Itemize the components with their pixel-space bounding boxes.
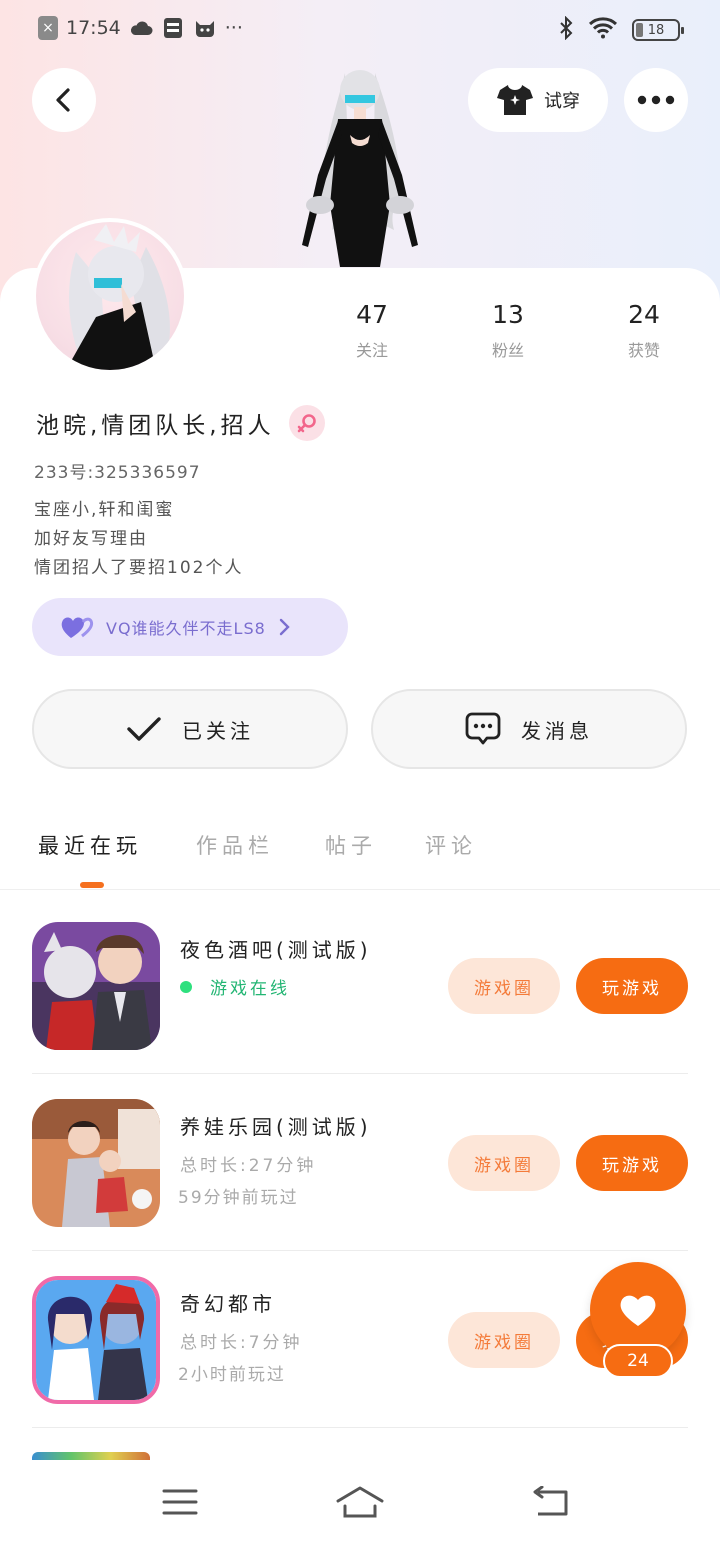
chevron-right-icon bbox=[279, 618, 290, 636]
female-gender-icon bbox=[288, 405, 325, 441]
stat-fans-label: 粉丝 bbox=[491, 341, 524, 360]
online-dot-icon bbox=[180, 980, 192, 993]
stat-likes-count: 24 bbox=[628, 300, 660, 329]
user-bio: 宝座小,轩和闺蜜 加好友写理由 情团招人了要招102个人 bbox=[34, 496, 243, 583]
game-title: 养娃乐园(测试版) bbox=[180, 1115, 372, 1139]
more-status-icon: ··· bbox=[224, 17, 243, 39]
cloud-icon bbox=[129, 17, 153, 39]
bio-line: 情团招人了要招102个人 bbox=[34, 558, 244, 578]
back-nav-icon[interactable] bbox=[526, 1482, 574, 1522]
more-options-button[interactable] bbox=[624, 68, 688, 132]
game-title: 奇幻都市 bbox=[180, 1292, 276, 1316]
send-message-button[interactable]: 发消息 bbox=[371, 689, 687, 769]
tab-recently-played[interactable]: 最近在玩 bbox=[38, 830, 142, 860]
game-online-status: 游戏在线 bbox=[180, 974, 290, 999]
try-on-button[interactable]: 试穿 bbox=[468, 68, 608, 132]
game-icon-baby-park[interactable] bbox=[32, 1099, 160, 1227]
chevron-left-icon bbox=[56, 88, 70, 112]
play-game-button[interactable]: 玩游戏 bbox=[576, 958, 688, 1014]
home-icon[interactable] bbox=[334, 1482, 386, 1522]
stat-following[interactable]: 47 关注 bbox=[317, 300, 427, 361]
stat-following-count: 47 bbox=[356, 300, 388, 329]
game-circle-button[interactable]: 游戏圈 bbox=[448, 1135, 560, 1191]
stat-likes[interactable]: 24 获赞 bbox=[589, 300, 699, 361]
cat-app-icon bbox=[193, 17, 217, 39]
back-button[interactable] bbox=[32, 68, 96, 132]
close-notification-icon: × bbox=[38, 16, 58, 40]
vq-badge[interactable]: VQ谁能久伴不走LS8 bbox=[32, 598, 348, 656]
game-circle-button[interactable]: 游戏圈 bbox=[448, 1312, 560, 1368]
game-title: 夜色酒吧(测试版) bbox=[180, 938, 372, 962]
chat-bubble-icon bbox=[465, 712, 501, 745]
tab-comments[interactable]: 评论 bbox=[425, 830, 477, 860]
tab-works[interactable]: 作品栏 bbox=[196, 830, 274, 860]
system-nav-bar bbox=[0, 1460, 720, 1544]
followed-label: 已关注 bbox=[182, 718, 254, 743]
user-id: 233号:325336597 bbox=[34, 463, 201, 483]
checkmark-icon bbox=[127, 717, 161, 741]
name-row: 池晥,情团队长,招人 bbox=[36, 405, 325, 441]
divider bbox=[32, 1250, 688, 1251]
character-figure bbox=[290, 55, 430, 267]
game-icon-night-bar[interactable] bbox=[32, 922, 160, 1050]
game-duration: 总时长:27分钟 bbox=[180, 1156, 317, 1176]
status-time: 17:54 bbox=[66, 17, 121, 39]
tshirt-icon bbox=[497, 85, 533, 115]
wifi-icon bbox=[588, 17, 618, 43]
battery-level: 18 bbox=[647, 22, 665, 38]
battery-icon: 18 bbox=[632, 19, 684, 41]
like-count: 24 bbox=[603, 1344, 673, 1378]
more-icon bbox=[637, 95, 675, 105]
sim-card-icon bbox=[161, 17, 185, 39]
send-message-label: 发消息 bbox=[521, 718, 593, 743]
list-item[interactable]: 夜色酒吧(测试版) 游戏在线 游戏圈 玩游戏 bbox=[32, 898, 688, 1074]
list-item[interactable]: 养娃乐园(测试版) 总时长:27分钟 59分钟前玩过 游戏圈 玩游戏 bbox=[32, 1075, 688, 1251]
game-last-played: 2小时前玩过 bbox=[178, 1365, 286, 1385]
menu-icon[interactable] bbox=[156, 1482, 204, 1522]
stat-fans[interactable]: 13 粉丝 bbox=[453, 300, 563, 361]
avatar[interactable] bbox=[32, 218, 188, 374]
game-icon-fantasy-city[interactable] bbox=[32, 1276, 160, 1404]
tab-posts[interactable]: 帖子 bbox=[325, 830, 377, 860]
game-duration: 总时长:7分钟 bbox=[180, 1333, 303, 1353]
divider bbox=[32, 1427, 688, 1428]
content-tabs: 最近在玩 作品栏 帖子 评论 bbox=[0, 820, 720, 890]
stat-likes-label: 获赞 bbox=[627, 341, 660, 360]
try-on-label: 试穿 bbox=[544, 91, 580, 112]
play-game-button[interactable]: 玩游戏 bbox=[576, 1135, 688, 1191]
vq-label: VQ谁能久伴不走LS8 bbox=[106, 619, 266, 638]
game-icon-partial bbox=[32, 1452, 150, 1460]
bio-line: 宝座小,轩和闺蜜 bbox=[34, 500, 175, 520]
stat-following-label: 关注 bbox=[355, 341, 388, 360]
followed-button[interactable]: 已关注 bbox=[32, 689, 348, 769]
heart-icon bbox=[620, 1295, 656, 1326]
user-name: 池晥,情团队长,招人 bbox=[36, 413, 275, 439]
double-heart-icon bbox=[61, 617, 94, 638]
stat-fans-count: 13 bbox=[492, 300, 524, 329]
bluetooth-icon bbox=[558, 15, 574, 44]
profile-stats: 47 关注 13 粉丝 24 获赞 bbox=[300, 300, 700, 370]
divider bbox=[32, 1073, 688, 1074]
active-tab-indicator bbox=[80, 882, 104, 888]
status-bar: × 17:54 ··· 18 bbox=[0, 12, 720, 46]
bio-line: 加好友写理由 bbox=[34, 529, 148, 549]
game-last-played: 59分钟前玩过 bbox=[178, 1188, 299, 1208]
game-circle-button[interactable]: 游戏圈 bbox=[448, 958, 560, 1014]
online-label: 游戏在线 bbox=[210, 979, 290, 999]
list-item[interactable]: 奇幻都市 总时长:7分钟 2小时前玩过 游戏圈 玩游戏 bbox=[32, 1252, 688, 1428]
